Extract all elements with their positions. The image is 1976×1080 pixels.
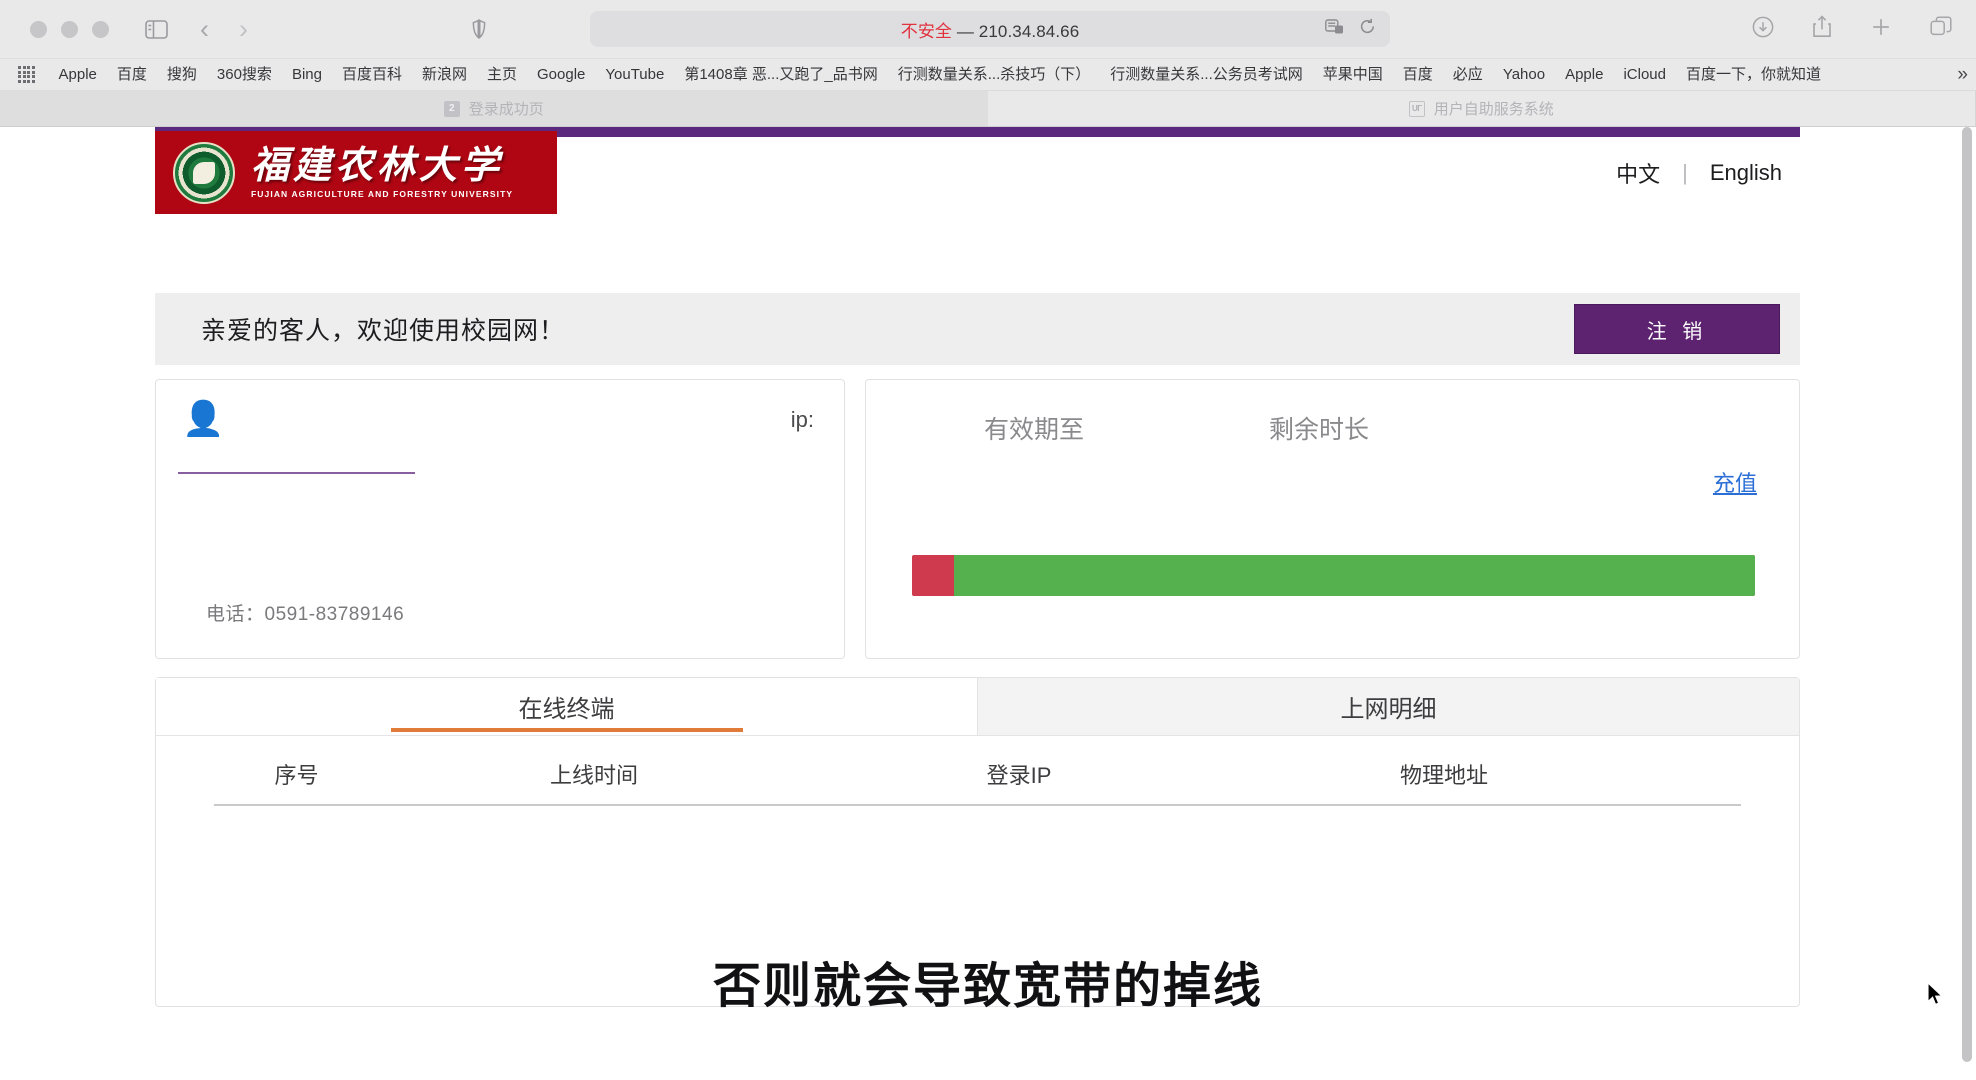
- tab-label: 上网明细: [1340, 696, 1437, 723]
- bookmark-item[interactable]: 百度: [1393, 67, 1443, 82]
- balance-labels-row: 有效期至 剩余时长: [906, 410, 1759, 446]
- forward-chevron-icon[interactable]: ›: [239, 15, 248, 43]
- bookmark-item[interactable]: 360搜索: [207, 67, 282, 82]
- video-subtitle-overlay: 否则就会导致宽带的掉线: [712, 960, 1263, 1013]
- bookmark-item[interactable]: 百度一下，你就知道: [1676, 67, 1831, 82]
- address-bar-actions[interactable]: [1325, 18, 1376, 40]
- close-window-button[interactable]: [30, 20, 47, 38]
- bookmark-item[interactable]: iCloud: [1613, 67, 1676, 82]
- user-info-card: 👤 ip: 电话：0591-83789146: [155, 379, 845, 659]
- column-header-online-time: 上线时间: [549, 763, 638, 788]
- account-balance-card: 有效期至 剩余时长 充值: [865, 379, 1800, 659]
- url-separator: —: [956, 21, 974, 41]
- usage-progress-bar: [912, 555, 1755, 596]
- language-switcher[interactable]: 中文 | English: [1616, 157, 1782, 189]
- terminals-table-header: 序号 上线时间 登录IP 物理地址: [214, 736, 1741, 806]
- tab-overview-icon[interactable]: [1930, 15, 1952, 43]
- recharge-link[interactable]: 充值: [1713, 466, 1757, 498]
- bookmark-item[interactable]: Google: [527, 67, 595, 82]
- reader-view-icon[interactable]: [1325, 18, 1345, 40]
- browser-chrome: ‹ › 不安全 — 210.34.84.66 Apple 百度 搜狗 360搜索…: [0, 0, 1976, 127]
- welcome-message: 亲爱的客人，欢迎使用校园网！: [201, 317, 566, 345]
- download-icon[interactable]: [1752, 16, 1774, 43]
- browser-tab-title: 登录成功页: [468, 101, 544, 118]
- bookmark-item[interactable]: Bing: [282, 67, 332, 82]
- bookmark-item[interactable]: 必应: [1443, 67, 1493, 82]
- insecure-warning-label: 不安全: [900, 21, 953, 41]
- remaining-time-label: 剩余时长: [1269, 416, 1370, 444]
- user-ip-label: ip:: [790, 407, 814, 432]
- username-field-underline: [178, 472, 415, 474]
- privacy-shield-icon[interactable]: [472, 19, 486, 39]
- support-phone-text: 电话：0591-83789146: [206, 604, 405, 625]
- language-divider: |: [1682, 160, 1688, 185]
- bookmarks-grid-icon[interactable]: [18, 66, 35, 83]
- toolbar-right-actions[interactable]: [1752, 15, 1952, 43]
- tab-online-terminals[interactable]: 在线终端: [156, 678, 977, 735]
- user-avatar-icon: 👤: [182, 400, 225, 438]
- expiry-date-label: 有效期至: [984, 416, 1085, 444]
- logout-button[interactable]: 注 销: [1574, 304, 1780, 354]
- tab-favicon-icon: UΓ: [1408, 100, 1425, 117]
- back-chevron-icon[interactable]: ‹: [200, 15, 209, 43]
- bookmark-item[interactable]: Yahoo: [1493, 67, 1555, 82]
- window-traffic-lights[interactable]: [30, 20, 109, 38]
- welcome-banner: 亲爱的客人，欢迎使用校园网！ 注 销: [155, 293, 1800, 365]
- page-content: 福建农林大学 FUJIAN AGRICULTURE AND FORESTRY U…: [155, 127, 1800, 1007]
- url-host: 210.34.84.66: [978, 21, 1080, 41]
- browser-toolbar: ‹ › 不安全 — 210.34.84.66: [0, 0, 1976, 58]
- tab-favicon-icon: 2: [443, 100, 460, 117]
- bookmark-item[interactable]: 百度百科: [332, 67, 412, 82]
- bookmark-item[interactable]: 行测数量关系...杀技巧（下）: [888, 67, 1101, 82]
- bookmark-item[interactable]: 搜狗: [157, 67, 207, 82]
- tab-label: 在线终端: [518, 696, 615, 723]
- bookmark-item[interactable]: 主页: [477, 67, 527, 82]
- address-bar-text: 不安全 — 210.34.84.66: [901, 17, 1080, 42]
- share-icon[interactable]: [1812, 15, 1832, 43]
- sidebar-icon[interactable]: [145, 19, 168, 39]
- university-seal-icon: [173, 141, 235, 204]
- page-viewport: 福建农林大学 FUJIAN AGRICULTURE AND FORESTRY U…: [0, 127, 1976, 1062]
- browser-tab-title: 用户自助服务系统: [1433, 101, 1554, 118]
- bookmark-item[interactable]: Apple: [49, 67, 107, 82]
- column-header-index: 序号: [274, 763, 319, 788]
- tab-bar[interactable]: 2 登录成功页 UΓ 用户自助服务系统: [0, 90, 1976, 126]
- university-logo: 福建农林大学 FUJIAN AGRICULTURE AND FORESTRY U…: [155, 131, 557, 214]
- language-option-english[interactable]: English: [1710, 160, 1782, 186]
- page-scroll-area: 福建农林大学 FUJIAN AGRICULTURE AND FORESTRY U…: [0, 127, 1960, 1062]
- bookmark-item[interactable]: Apple: [1555, 67, 1613, 82]
- browser-tab-login-success[interactable]: 2 登录成功页: [0, 91, 988, 126]
- bookmark-item[interactable]: 苹果中国: [1313, 67, 1393, 82]
- panel-tab-strip[interactable]: 在线终端 上网明细: [156, 678, 1799, 736]
- bookmark-item[interactable]: 第1408章 恶...又跑了_品书网: [674, 67, 887, 82]
- address-bar[interactable]: 不安全 — 210.34.84.66: [590, 11, 1390, 47]
- page-scrollbar-thumb[interactable]: [1962, 127, 1972, 1062]
- site-header: 福建农林大学 FUJIAN AGRICULTURE AND FORESTRY U…: [155, 127, 1800, 239]
- account-cards-row: 👤 ip: 电话：0591-83789146 有效期至 剩余时长 充值: [155, 379, 1800, 659]
- plus-icon[interactable]: [1870, 16, 1892, 43]
- language-option-chinese[interactable]: 中文: [1616, 157, 1660, 189]
- browser-tab-self-service[interactable]: UΓ 用户自助服务系统: [987, 91, 1976, 126]
- reload-icon[interactable]: [1359, 18, 1376, 40]
- bookmark-item[interactable]: YouTube: [595, 67, 674, 82]
- navigation-buttons[interactable]: ‹ ›: [200, 15, 248, 43]
- column-header-login-ip: 登录IP: [986, 763, 1052, 788]
- usage-progress-remaining-fill: [954, 555, 1755, 596]
- bookmark-item[interactable]: 行测数量关系...公务员考试网: [1100, 67, 1313, 82]
- page-scrollbar[interactable]: [1962, 127, 1972, 1062]
- column-header-mac-address: 物理地址: [1399, 763, 1488, 788]
- bookmark-item[interactable]: 新浪网: [412, 67, 477, 82]
- tab-usage-details[interactable]: 上网明细: [977, 678, 1799, 735]
- logo-title-cn: 福建农林大学: [251, 142, 504, 187]
- minimize-window-button[interactable]: [61, 20, 78, 38]
- logo-title-en: FUJIAN AGRICULTURE AND FORESTRY UNIVERSI…: [251, 189, 514, 199]
- logo-text-block: 福建农林大学 FUJIAN AGRICULTURE AND FORESTRY U…: [251, 142, 514, 200]
- zoom-window-button[interactable]: [92, 20, 109, 38]
- bookmarks-overflow-button[interactable]: »: [1947, 63, 1968, 86]
- bookmarks-bar[interactable]: Apple 百度 搜狗 360搜索 Bing 百度百科 新浪网 主页 Googl…: [0, 58, 1976, 90]
- bookmark-item[interactable]: 百度: [107, 67, 157, 82]
